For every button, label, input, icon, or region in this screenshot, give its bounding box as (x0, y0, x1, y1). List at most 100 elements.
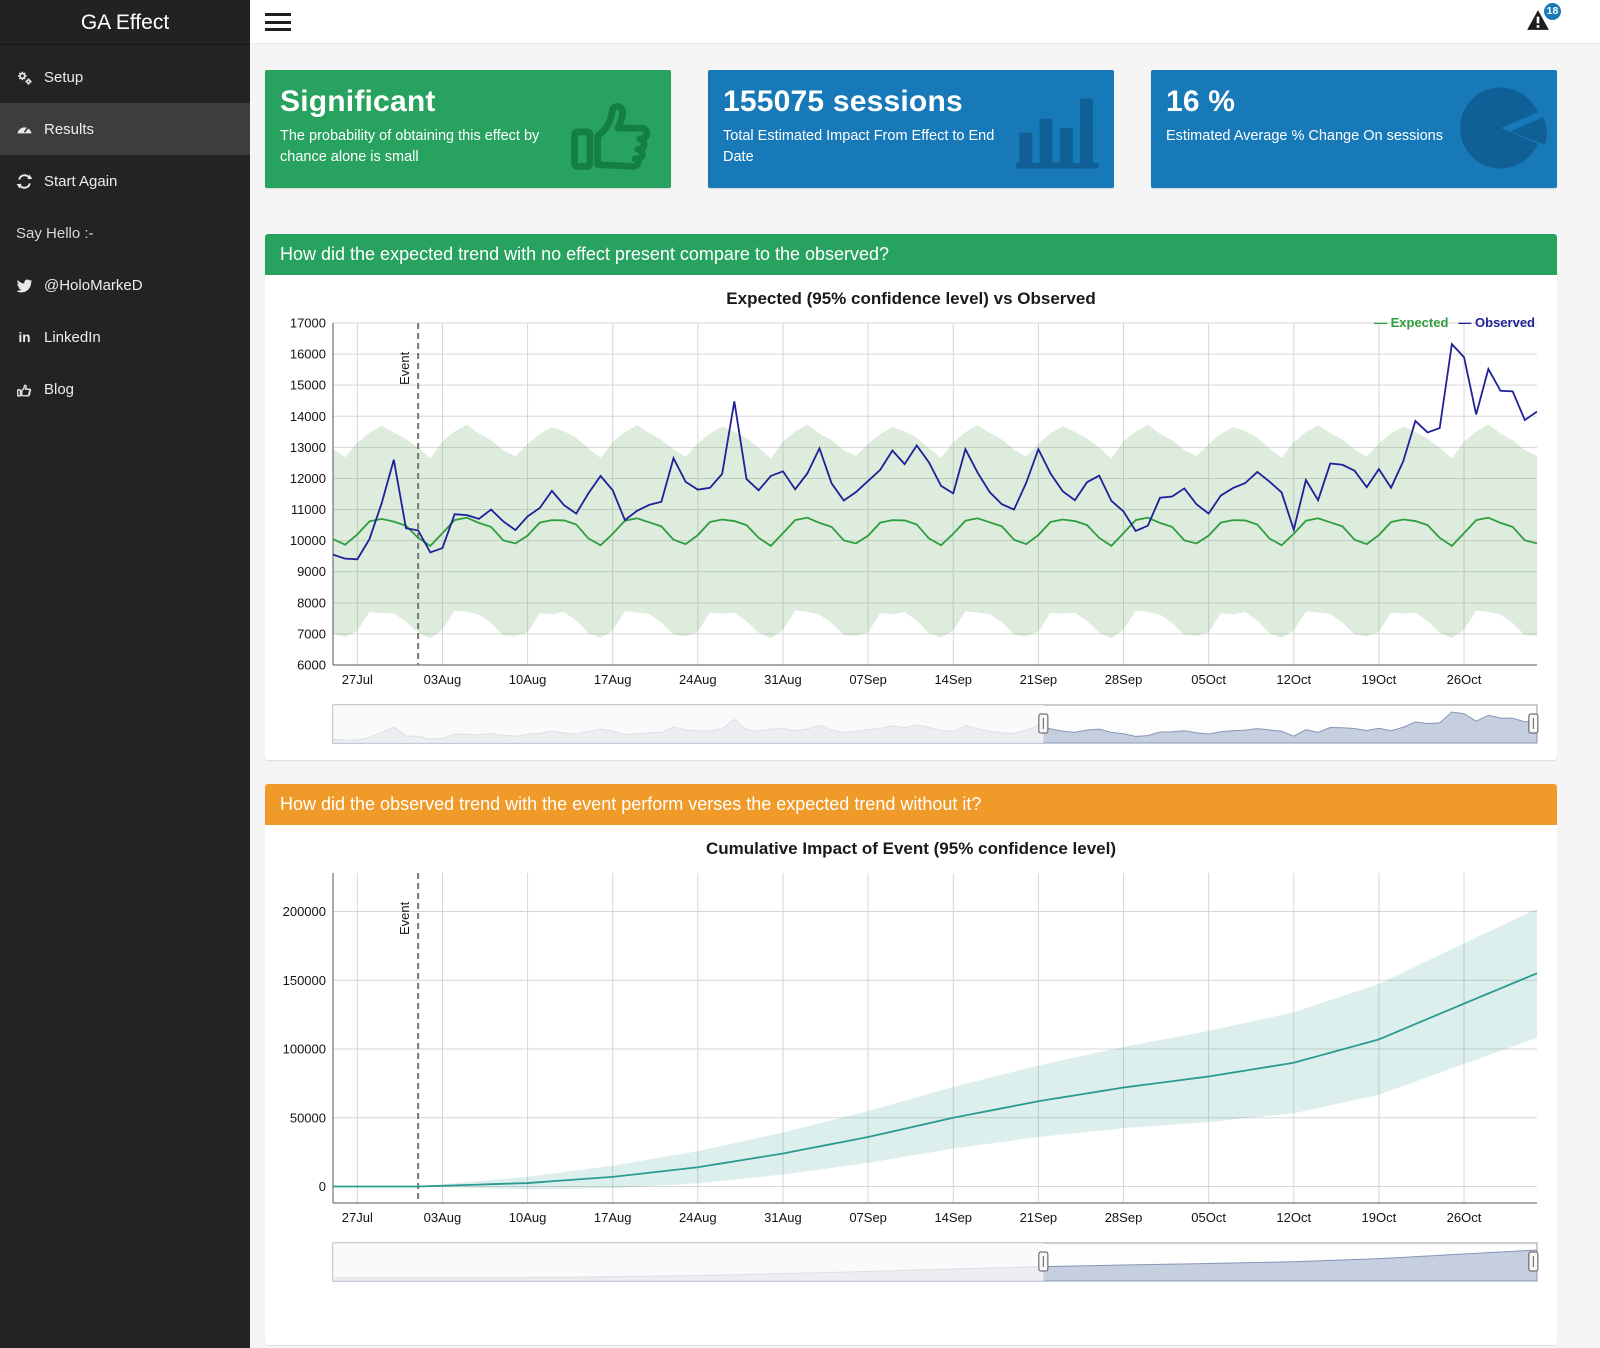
svg-text:17Aug: 17Aug (594, 672, 632, 687)
sidebar-item-blog[interactable]: Blog (0, 363, 250, 415)
notifications-button[interactable]: 18 (1526, 3, 1561, 35)
sidebar-item-results[interactable]: Results (0, 103, 250, 155)
svg-text:28Sep: 28Sep (1105, 1210, 1143, 1225)
thumbs-up-icon (16, 381, 33, 398)
expected-vs-observed-chart[interactable]: 6000 7000 8000 9000 10000 11000 12000 13000 1400… (275, 313, 1547, 699)
svg-text:21Sep: 21Sep (1020, 672, 1058, 687)
refresh-icon (16, 173, 33, 190)
svg-text:150000: 150000 (283, 973, 326, 988)
sidebar-item-label: Start Again (44, 172, 118, 190)
svg-text:17000: 17000 (290, 316, 326, 331)
value-box-subtitle: Total Estimated Impact From Effect to En… (723, 128, 995, 166)
svg-text:03Aug: 03Aug (424, 1210, 462, 1225)
svg-text:17Aug: 17Aug (594, 1210, 632, 1225)
svg-text:12Oct: 12Oct (1276, 1210, 1311, 1225)
svg-text:14000: 14000 (290, 409, 326, 424)
section-header-expected-vs-observed: How did the expected trend with no effec… (265, 234, 1557, 275)
svg-text:Event: Event (397, 351, 412, 385)
svg-text:10Aug: 10Aug (509, 672, 547, 687)
svg-text:12Oct: 12Oct (1276, 672, 1311, 687)
dashboard-icon (16, 121, 33, 138)
header: 18 (250, 0, 1600, 44)
svg-text:07Sep: 07Sep (849, 672, 887, 687)
chart-title: Expected (95% confidence level) vs Obser… (726, 289, 1096, 308)
value-box-row: Significant The probability of obtaining… (265, 70, 1557, 188)
range-selector[interactable] (275, 704, 1547, 746)
svg-text:14Sep: 14Sep (934, 1210, 972, 1225)
svg-text:28Sep: 28Sep (1105, 672, 1143, 687)
svg-text:27Jul: 27Jul (342, 1210, 373, 1225)
chart-legend: — Expected — Observed (1364, 315, 1535, 330)
sidebar-item-label: Say Hello :- (16, 224, 94, 242)
legend-item: — Expected (1373, 315, 1449, 330)
svg-text:100000: 100000 (283, 1042, 326, 1057)
sidebar-item-setup[interactable]: Setup (0, 51, 250, 103)
pie-chart-icon (1455, 82, 1547, 179)
legend-item: — Observed (1458, 315, 1535, 330)
svg-text:31Aug: 31Aug (764, 672, 802, 687)
app: GA Effect Setup Results Start Again Say … (0, 0, 1600, 1348)
svg-text:11000: 11000 (291, 502, 326, 517)
sidebar-menu: Setup Results Start Again Say Hello:- @… (0, 51, 250, 415)
bar-chart-icon (1012, 82, 1104, 179)
svg-text:10000: 10000 (290, 533, 326, 548)
svg-text:21Sep: 21Sep (1020, 1210, 1058, 1225)
value-box-subtitle: Estimated Average % Change On sessions (1166, 128, 1444, 144)
value-box-subtitle: The probability of obtaining this effect… (280, 128, 540, 166)
svg-text:19Oct: 19Oct (1362, 1210, 1397, 1225)
svg-text:0: 0 (319, 1179, 326, 1194)
svg-text:200000: 200000 (283, 904, 326, 919)
chart-title: Cumulative Impact of Event (95% confiden… (705, 839, 1116, 858)
linkedin-icon: in (18, 329, 31, 345)
sidebar-item-label: LinkedIn (44, 328, 101, 346)
svg-text:24Aug: 24Aug (679, 672, 717, 687)
twitter-icon (16, 277, 33, 294)
svg-text:31Aug: 31Aug (764, 1210, 802, 1225)
expected-vs-observed-box: How did the expected trend with no effec… (265, 234, 1557, 760)
sidebar-item-linkedin[interactable]: in LinkedIn (0, 311, 250, 363)
value-box-percent-change: 16 % Estimated Average % Change On sessi… (1151, 70, 1557, 188)
value-box-total-impact: 155075 sessions Total Estimated Impact F… (708, 70, 1114, 188)
svg-text:13000: 13000 (290, 440, 326, 455)
thumbs-up-icon (565, 82, 661, 183)
gears-icon (16, 69, 33, 86)
range-selector[interactable] (275, 1242, 1547, 1284)
sidebar-item-twitter[interactable]: @HoloMarkeD (0, 259, 250, 311)
svg-text:14Sep: 14Sep (934, 672, 972, 687)
svg-text:05Oct: 05Oct (1191, 1210, 1226, 1225)
svg-text:19Oct: 19Oct (1362, 672, 1397, 687)
sidebar-item-start-again[interactable]: Start Again (0, 155, 250, 207)
sidebar: GA Effect Setup Results Start Again Say … (0, 0, 250, 1348)
chart-card: Expected (95% confidence level) vs Obser… (265, 275, 1557, 760)
svg-text:05Oct: 05Oct (1191, 672, 1226, 687)
value-box-significance: Significant The probability of obtaining… (265, 70, 671, 188)
notification-badge: 18 (1544, 3, 1561, 20)
svg-text:6000: 6000 (297, 658, 326, 673)
svg-text:12000: 12000 (290, 471, 326, 486)
svg-text:Event: Event (397, 901, 412, 935)
svg-text:50000: 50000 (290, 1110, 326, 1125)
svg-text:15000: 15000 (290, 378, 326, 393)
cumulative-impact-box: How did the observed trend with the even… (265, 784, 1557, 1345)
chart-card: Cumulative Impact of Event (95% confiden… (265, 825, 1557, 1345)
sidebar-toggle-button[interactable] (264, 11, 292, 33)
sidebar-item-label: Setup (44, 68, 84, 86)
svg-text:24Aug: 24Aug (679, 1210, 717, 1225)
svg-text:07Sep: 07Sep (849, 1210, 887, 1225)
main-content: Significant The probability of obtaining… (250, 44, 1557, 1345)
svg-text:26Oct: 26Oct (1447, 672, 1482, 687)
cumulative-impact-chart[interactable]: 0 50000 100000 150000 200000 27Jul 03Aug 10Aug 1… (275, 863, 1547, 1237)
sidebar-item-label: Results (44, 120, 95, 138)
sidebar-item-label: Blog (44, 380, 75, 398)
svg-text:10Aug: 10Aug (509, 1210, 547, 1225)
svg-text:8000: 8000 (297, 595, 326, 610)
app-title: GA Effect (0, 0, 250, 45)
svg-text:27Jul: 27Jul (342, 672, 373, 687)
section-header-cumulative-impact: How did the observed trend with the even… (265, 784, 1557, 825)
svg-text:9000: 9000 (297, 564, 326, 579)
svg-text:26Oct: 26Oct (1447, 1210, 1482, 1225)
svg-text:16000: 16000 (290, 347, 326, 362)
svg-text:7000: 7000 (297, 626, 326, 641)
svg-text:03Aug: 03Aug (424, 672, 462, 687)
sidebar-header-say-hello: Say Hello :- (0, 207, 250, 259)
